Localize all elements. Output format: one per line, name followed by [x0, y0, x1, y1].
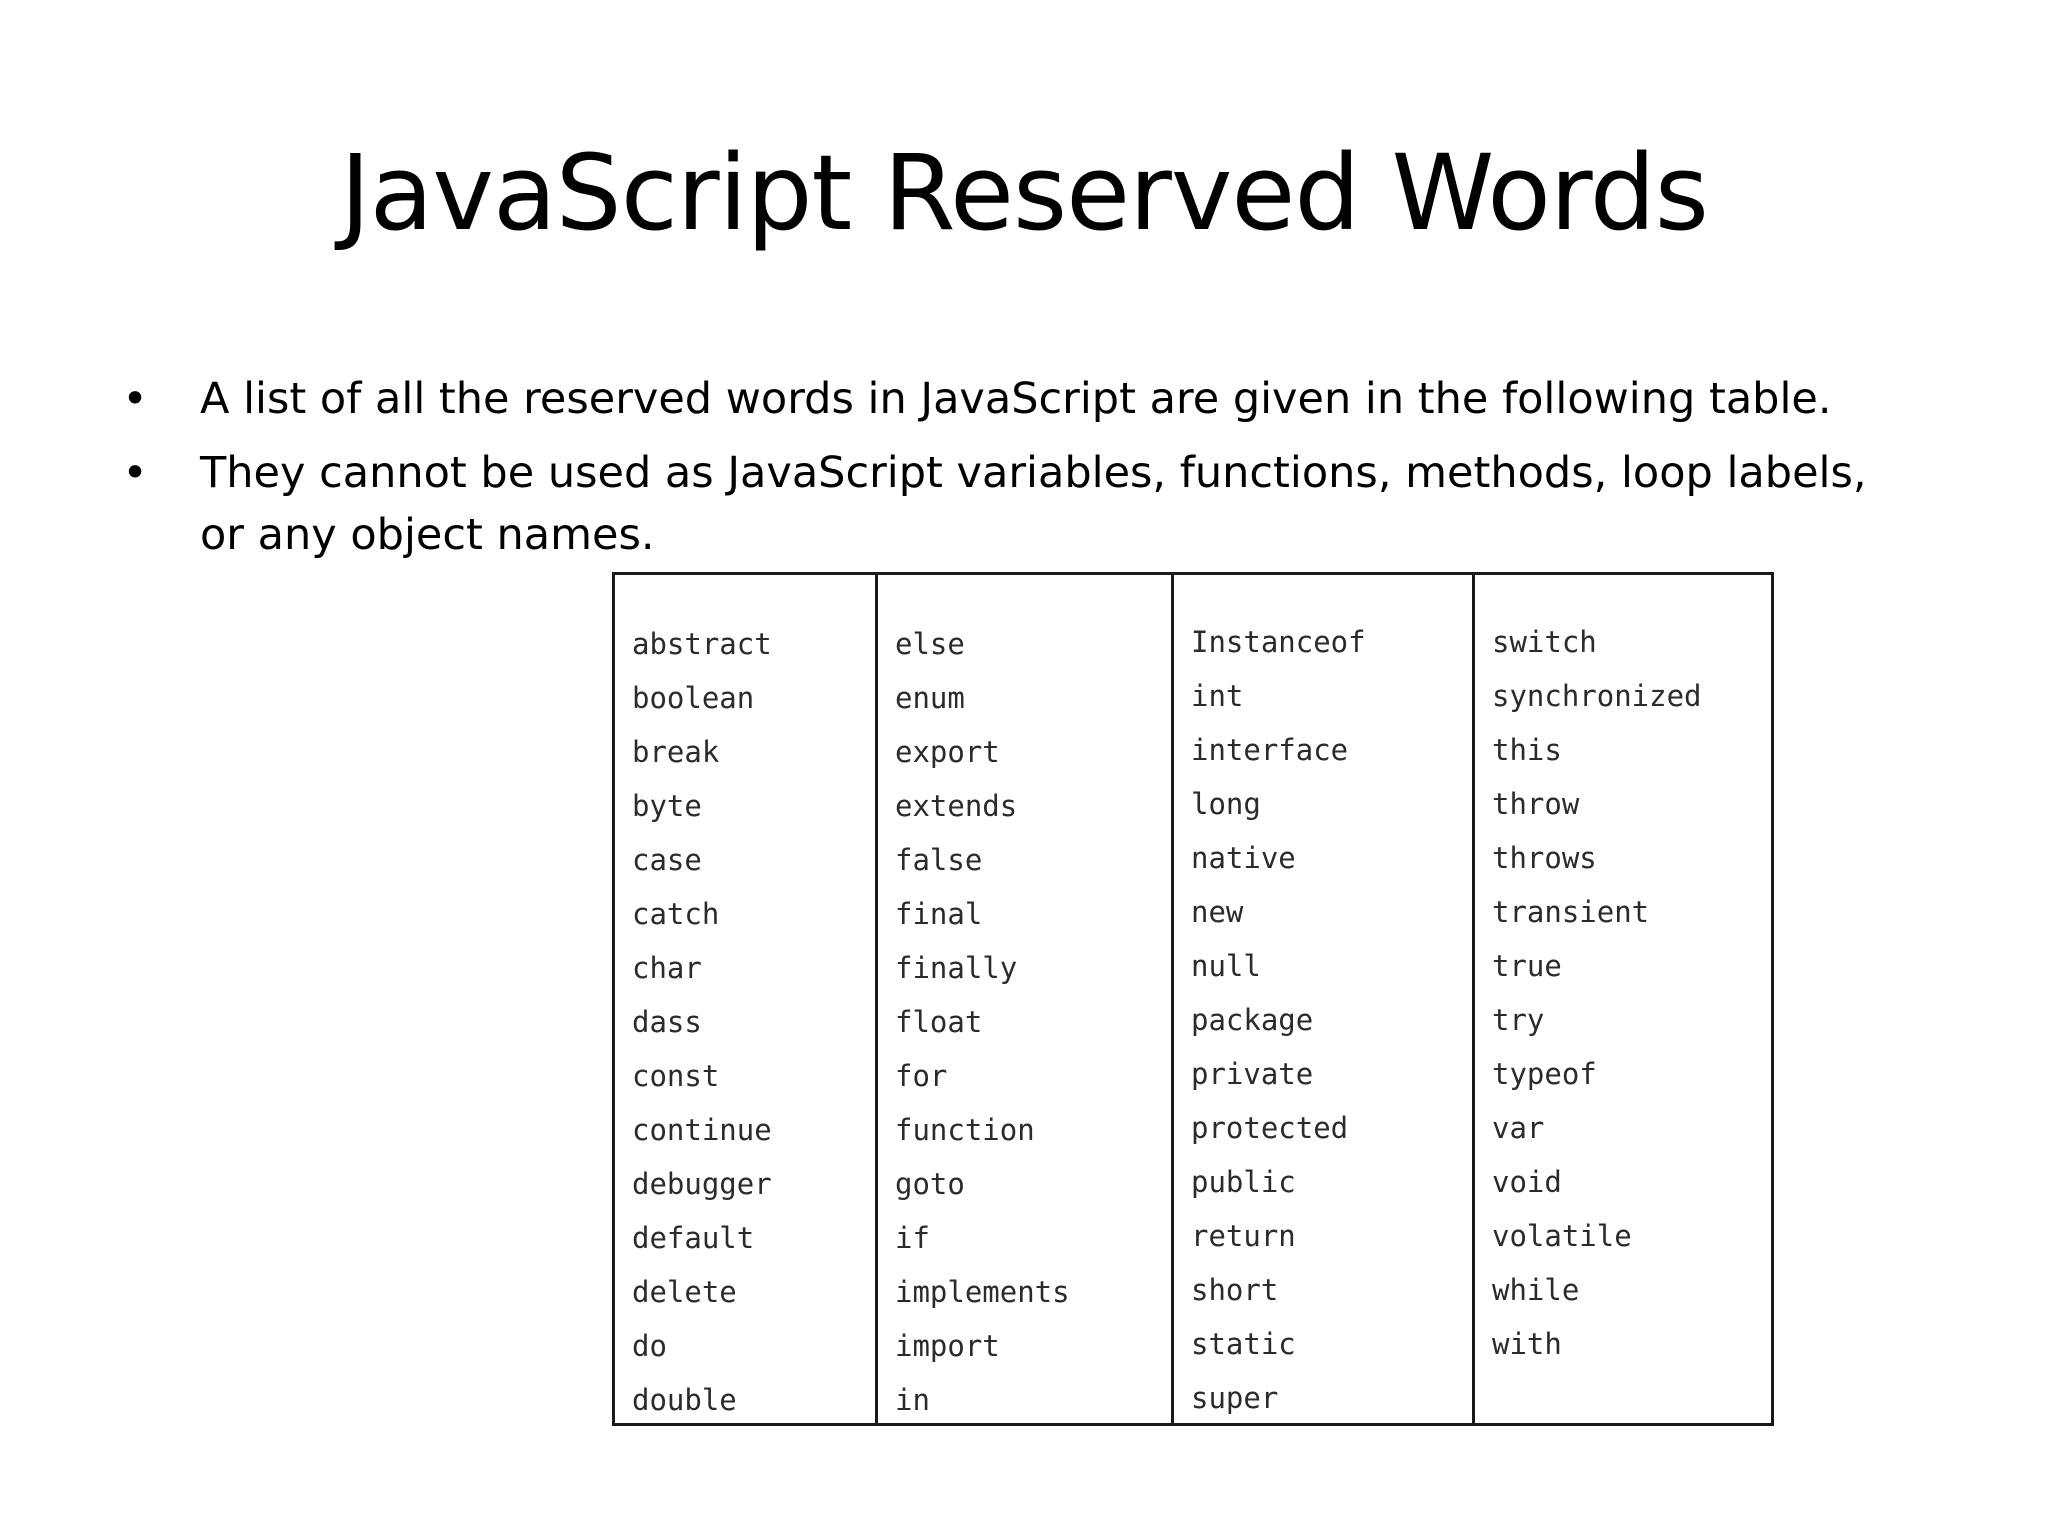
- reserved-word-cell: typeof: [1492, 1057, 1597, 1091]
- reserved-word-cell: return: [1191, 1219, 1296, 1253]
- bullet-text: They cannot be used as JavaScript variab…: [200, 448, 1867, 560]
- reserved-word-cell: protected: [1191, 1111, 1349, 1145]
- reserved-word-cell: function: [895, 1113, 1035, 1147]
- slide-title: JavaScript Reserved Words: [340, 132, 1709, 254]
- reserved-word-cell: case: [632, 843, 702, 877]
- reserved-word-cell: boolean: [632, 681, 755, 715]
- reserved-word-cell: in: [895, 1383, 930, 1417]
- reserved-word-cell: volatile: [1492, 1219, 1632, 1253]
- table-column: abstract boolean break byte case catch char das…: [615, 575, 878, 1423]
- reserved-word-cell: import: [895, 1329, 1000, 1363]
- reserved-word-cell: goto: [895, 1167, 965, 1201]
- reserved-word-cell: true: [1492, 949, 1562, 983]
- reserved-word-cell: false: [895, 843, 983, 877]
- reserved-word-cell: abstract: [632, 627, 772, 661]
- reserved-word-cell: const: [632, 1059, 720, 1093]
- reserved-word-cell: continue: [632, 1113, 772, 1147]
- reserved-word-cell: enum: [895, 681, 965, 715]
- reserved-word-cell: while: [1492, 1273, 1580, 1307]
- reserved-word-cell: char: [632, 951, 702, 985]
- reserved-word-cell: for: [895, 1059, 948, 1093]
- reserved-word-cell: double: [632, 1383, 737, 1417]
- reserved-word-cell: native: [1191, 841, 1296, 875]
- reserved-word-cell: new: [1191, 895, 1244, 929]
- table-column: else enum export extends false final finally fl…: [878, 575, 1174, 1423]
- reserved-word-cell: null: [1191, 949, 1261, 983]
- reserved-word-cell: final: [895, 897, 983, 931]
- reserved-words-table: abstract boolean break byte case catch char das…: [612, 572, 1774, 1426]
- reserved-word-cell: finally: [895, 951, 1018, 985]
- reserved-word-cell: dass: [632, 1005, 702, 1039]
- reserved-word-cell: try: [1492, 1003, 1545, 1037]
- reserved-word-cell: delete: [632, 1275, 737, 1309]
- reserved-word-cell: implements: [895, 1275, 1070, 1309]
- reserved-word-cell: if: [895, 1221, 930, 1255]
- table-column: switch synchronized this throw throws transie…: [1475, 575, 1771, 1423]
- reserved-word-cell: debugger: [632, 1167, 772, 1201]
- reserved-word-cell: public: [1191, 1165, 1296, 1199]
- reserved-word-cell: interface: [1191, 733, 1349, 767]
- reserved-word-cell: float: [895, 1005, 983, 1039]
- table-column: Instanceof int interface long native new null p…: [1174, 575, 1475, 1423]
- reserved-word-cell: int: [1191, 679, 1244, 713]
- reserved-word-cell: catch: [632, 897, 720, 931]
- bullet-item: • They cannot be used as JavaScript vari…: [120, 442, 1900, 566]
- reserved-word-cell: with: [1492, 1327, 1562, 1361]
- reserved-word-cell: static: [1191, 1327, 1296, 1361]
- reserved-word-cell: switch: [1492, 625, 1597, 659]
- bullet-text: A list of all the reserved words in Java…: [200, 374, 1832, 424]
- reserved-word-cell: do: [632, 1329, 667, 1363]
- reserved-word-cell: void: [1492, 1165, 1562, 1199]
- reserved-word-cell: var: [1492, 1111, 1545, 1145]
- reserved-word-cell: default: [632, 1221, 755, 1255]
- reserved-word-cell: Instanceof: [1191, 625, 1366, 659]
- bullet-list: • A list of all the reserved words in Ja…: [120, 368, 1900, 578]
- reserved-word-cell: break: [632, 735, 720, 769]
- reserved-word-cell: this: [1492, 733, 1562, 767]
- reserved-word-cell: long: [1191, 787, 1261, 821]
- reserved-word-cell: package: [1191, 1003, 1314, 1037]
- bullet-item: • A list of all the reserved words in Ja…: [120, 368, 1900, 430]
- reserved-word-cell: transient: [1492, 895, 1650, 929]
- reserved-word-cell: byte: [632, 789, 702, 823]
- reserved-word-cell: export: [895, 735, 1000, 769]
- reserved-word-cell: synchronized: [1492, 679, 1702, 713]
- bullet-dot: •: [122, 374, 148, 424]
- reserved-word-cell: throws: [1492, 841, 1597, 875]
- reserved-word-cell: short: [1191, 1273, 1279, 1307]
- reserved-word-cell: else: [895, 627, 965, 661]
- reserved-word-cell: super: [1191, 1381, 1279, 1415]
- reserved-word-cell: private: [1191, 1057, 1314, 1091]
- bullet-dot: •: [122, 448, 148, 498]
- reserved-word-cell: throw: [1492, 787, 1580, 821]
- reserved-word-cell: extends: [895, 789, 1018, 823]
